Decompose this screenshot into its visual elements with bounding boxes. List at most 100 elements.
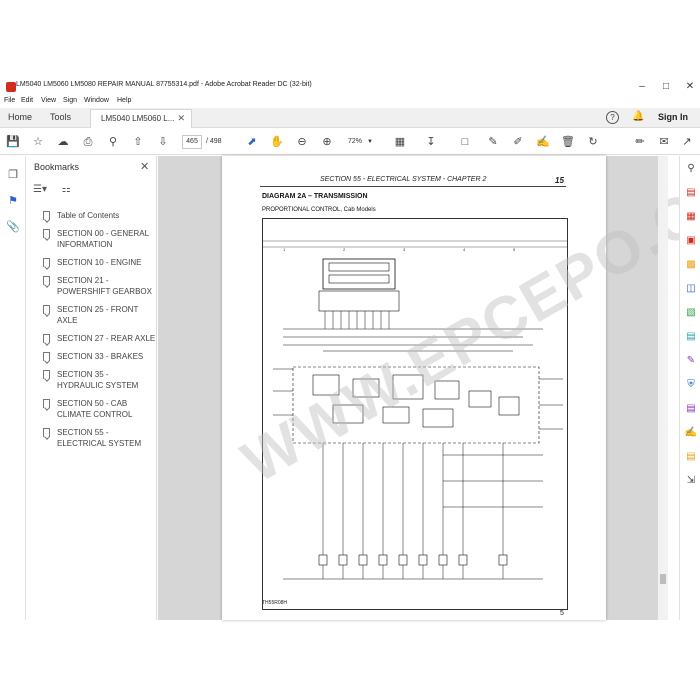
bookmark-item-section-00[interactable]: SECTION 00 - GENERAL INFORMATION — [41, 228, 157, 250]
save-icon[interactable]: 💾 — [6, 135, 20, 149]
zoom-select[interactable]: 72% ▼ — [340, 135, 380, 149]
bookmark-item-section-21[interactable]: SECTION 21 - POWERSHIFT GEARBOX — [41, 275, 157, 297]
sign-pen-icon[interactable]: ✏ — [633, 135, 647, 149]
title-bar: LM5040 LM5060 LM5080 REPAIR MANUAL 87755… — [0, 78, 700, 96]
fill-sign-icon[interactable]: ✍ — [536, 135, 550, 149]
bookmarks-panel: Bookmarks ✕ ☰▾ ⚏ Table of Contents SECTI… — [27, 156, 157, 620]
scan-icon[interactable]: ▤ — [684, 330, 698, 344]
column-number: 5 — [513, 247, 516, 252]
bookmark-label: SECTION 25 - FRONT AXLE — [57, 305, 139, 325]
protect-icon[interactable]: ⛨ — [684, 378, 698, 392]
edit-pdf-icon[interactable]: ▧ — [684, 306, 698, 320]
scrollbar-thumb[interactable] — [660, 574, 666, 584]
more-tools-icon[interactable]: ▤ — [684, 450, 698, 464]
close-window-button[interactable]: ✕ — [682, 79, 698, 95]
share-icon[interactable]: ↗ — [680, 135, 694, 149]
help-icon[interactable]: ? — [606, 111, 619, 124]
column-number: 1 — [283, 247, 286, 252]
menu-help[interactable]: Help — [117, 97, 131, 104]
create-pdf-icon[interactable]: ▣ — [684, 234, 698, 248]
page-thumbnails-icon[interactable]: ❐ — [6, 168, 20, 182]
bookmark-item-section-10[interactable]: SECTION 10 - ENGINE — [41, 257, 157, 268]
menu-file[interactable]: File — [4, 97, 15, 104]
tab-home[interactable]: Home — [8, 112, 32, 122]
highlight-pen-icon[interactable]: ✎ — [486, 135, 500, 149]
export-pdf-icon[interactable]: ▤ — [684, 186, 698, 200]
menu-view[interactable]: View — [41, 97, 56, 104]
comment-icon[interactable]: □ — [458, 135, 472, 149]
page-number-input[interactable]: 465 — [182, 135, 202, 149]
close-tab-icon[interactable]: ✕ — [177, 113, 185, 124]
bookmark-label: SECTION 50 - CAB CLIMATE CONTROL — [57, 399, 133, 419]
bookmark-item-section-33[interactable]: SECTION 33 - BRAKES — [41, 351, 157, 362]
bookmark-icon — [43, 428, 50, 437]
upload-cloud-icon[interactable]: ☁ — [56, 135, 70, 149]
bookmark-star-icon[interactable]: ☆ — [31, 135, 45, 149]
notification-bell-icon[interactable]: 🔔 — [632, 111, 644, 122]
bookmark-label: SECTION 55 - ELECTRICAL SYSTEM — [57, 428, 142, 448]
header-rule — [260, 186, 566, 187]
bookmark-item-section-55[interactable]: SECTION 55 - ELECTRICAL SYSTEM — [41, 427, 157, 449]
page-header: SECTION 55 - ELECTRICAL SYSTEM - CHAPTER… — [320, 176, 487, 183]
comment-icon[interactable]: ▩ — [684, 258, 698, 272]
bookmark-icon — [43, 276, 50, 285]
bookmark-item-section-35[interactable]: SECTION 35 - HYDRAULIC SYSTEM — [41, 369, 157, 391]
email-icon[interactable]: ✉ — [657, 135, 671, 149]
bookmark-options-icon[interactable]: ☰▾ — [33, 184, 47, 195]
page-total: / 498 — [206, 138, 222, 145]
zoom-out-icon[interactable]: ⊖ — [295, 135, 309, 149]
zoom-search-icon[interactable]: ⚲ — [684, 162, 698, 176]
page-down-icon[interactable]: ⇩ — [156, 135, 170, 149]
zoom-search-icon[interactable]: ⚲ — [106, 135, 120, 149]
maximize-button[interactable]: □ — [658, 79, 674, 95]
toolbar: 💾 ☆ ☁ ⎙ ⚲ ⇧ ⇩ 465 / 498 ⬈ ✋ ⊖ ⊕ 72% ▼ ▦ … — [0, 129, 700, 155]
print-icon[interactable]: ⎙ — [81, 135, 95, 149]
bookmark-label: SECTION 35 - HYDRAULIC SYSTEM — [57, 370, 139, 390]
menu-edit[interactable]: Edit — [21, 97, 33, 104]
zoom-value: 72% — [348, 138, 363, 145]
attachment-icon[interactable]: 📎 — [6, 220, 20, 234]
combine-files-icon[interactable]: ◫ — [684, 282, 698, 296]
organize-pages-icon[interactable]: ▦ — [684, 210, 698, 224]
bookmark-add-icon[interactable]: ⚏ — [62, 184, 71, 195]
send-for-signature-icon[interactable]: ✍ — [684, 426, 698, 440]
sign-in-button[interactable]: Sign In — [658, 112, 688, 122]
bookmark-icon — [43, 370, 50, 379]
document-viewer[interactable]: SECTION 55 - ELECTRICAL SYSTEM - CHAPTER… — [158, 128, 700, 620]
delete-icon[interactable]: 🗑 — [561, 135, 575, 149]
page-up-icon[interactable]: ⇧ — [131, 135, 145, 149]
close-panel-icon[interactable]: ✕ — [140, 160, 149, 173]
bookmark-icon — [43, 352, 50, 361]
bookmark-label: SECTION 21 - POWERSHIFT GEARBOX — [57, 276, 152, 296]
expand-icon[interactable]: ⇲ — [684, 474, 698, 488]
page-display-icon[interactable]: ▦ — [393, 135, 407, 149]
rotate-icon[interactable]: ↻ — [586, 135, 600, 149]
tab-document[interactable]: LM5040 LM5060 L... ✕ — [90, 109, 192, 128]
fill-sign-icon[interactable]: ✎ — [684, 354, 698, 368]
bookmark-item-toc[interactable]: Table of Contents — [41, 210, 157, 221]
select-cursor-icon[interactable]: ⬈ — [245, 135, 259, 149]
menu-window[interactable]: Window — [84, 97, 109, 104]
print-production-icon[interactable]: ▤ — [684, 402, 698, 416]
tab-tools[interactable]: Tools — [50, 112, 71, 122]
bookmark-icon[interactable]: ⚑ — [6, 194, 20, 208]
zoom-in-icon[interactable]: ⊕ — [320, 135, 334, 149]
left-navigation-rail: ❐ ⚑ 📎 — [0, 156, 26, 620]
page-header-number: 15 — [555, 176, 564, 185]
bookmark-icon — [43, 305, 50, 314]
bookmark-label: SECTION 00 - GENERAL INFORMATION — [57, 229, 149, 249]
vertical-scrollbar[interactable] — [658, 156, 668, 620]
bookmark-item-section-50[interactable]: SECTION 50 - CAB CLIMATE CONTROL — [41, 398, 157, 420]
column-number: 2 — [343, 247, 346, 252]
bookmark-label: Table of Contents — [57, 211, 120, 220]
diagram-subtitle: PROPORTIONAL CONTROL, Cab Models — [262, 207, 376, 213]
minimize-button[interactable]: – — [634, 79, 650, 95]
hand-tool-icon[interactable]: ✋ — [270, 135, 284, 149]
draw-icon[interactable]: ✐ — [511, 135, 525, 149]
bookmarks-title: Bookmarks — [34, 162, 80, 172]
scroll-mode-icon[interactable]: ↧ — [424, 135, 438, 149]
bookmark-item-section-25[interactable]: SECTION 25 - FRONT AXLE — [41, 304, 157, 326]
bookmark-item-section-27[interactable]: SECTION 27 - REAR AXLE — [41, 333, 157, 344]
menu-sign[interactable]: Sign — [63, 97, 77, 104]
chevron-down-icon: ▼ — [366, 139, 373, 145]
